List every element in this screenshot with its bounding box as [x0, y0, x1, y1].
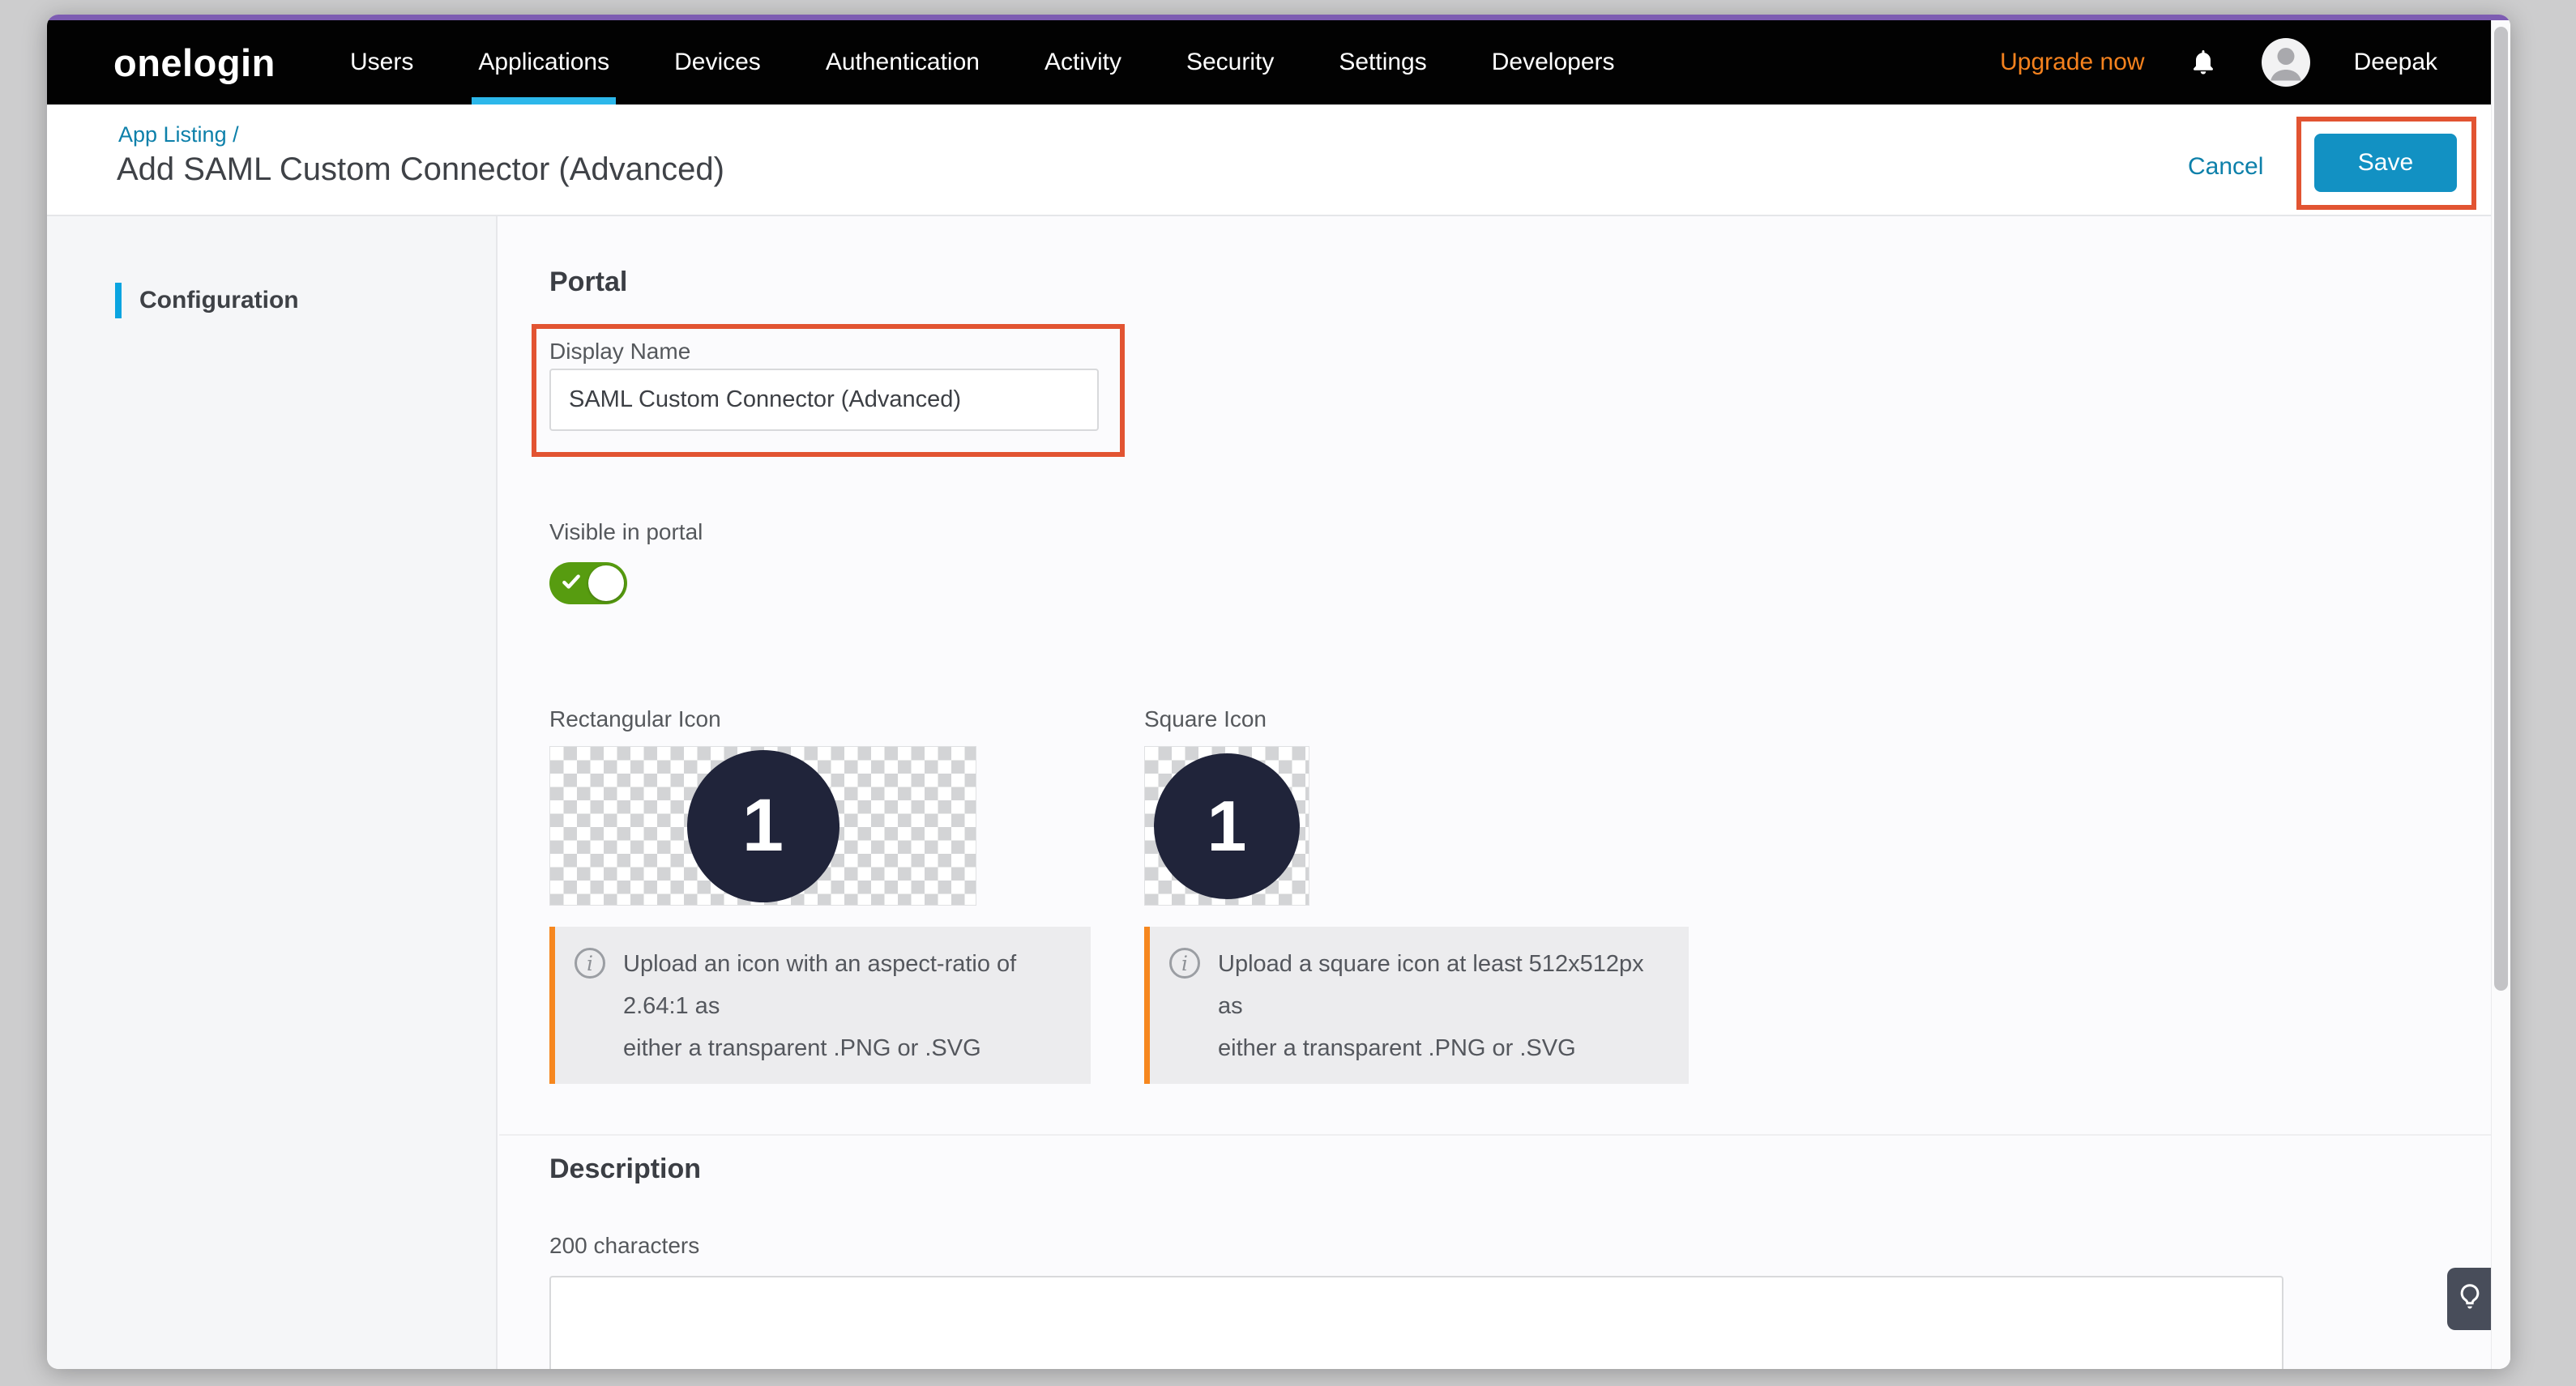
description-textarea[interactable]	[549, 1276, 2283, 1369]
description-section-heading: Description	[549, 1154, 701, 1185]
scrollbar-thumb[interactable]	[2494, 27, 2508, 991]
breadcrumb[interactable]: App Listing /	[118, 122, 239, 147]
hint-line2: either a transparent .PNG or .SVG	[623, 1035, 981, 1061]
display-name-label: Display Name	[549, 339, 690, 365]
user-avatar[interactable]	[2262, 38, 2310, 87]
square-icon-preview[interactable]: 1	[1144, 746, 1309, 906]
info-icon: i	[1169, 948, 1200, 979]
toggle-knob	[588, 565, 624, 601]
page-title-bar: App Listing / Add SAML Custom Connector …	[47, 104, 2491, 216]
top-nav-bar: onelogin Users Applications Devices Auth…	[47, 20, 2491, 104]
window-accent-bar	[47, 15, 2510, 20]
portal-section-heading: Portal	[549, 267, 627, 298]
rectangular-icon-hint: i Upload an icon with an aspect-ratio of…	[549, 927, 1091, 1084]
sidebar-item-label: Configuration	[139, 287, 299, 314]
lightbulb-icon	[2454, 1282, 2485, 1317]
help-lightbulb-button[interactable]	[2447, 1268, 2492, 1330]
nav-item-activity[interactable]: Activity	[1044, 20, 1121, 104]
onelogin-logo[interactable]: onelogin	[113, 20, 276, 104]
rectangular-icon-label: Rectangular Icon	[549, 706, 721, 732]
user-name[interactable]: Deepak	[2354, 49, 2437, 76]
active-item-accent-bar	[115, 283, 122, 318]
main-nav: Users Applications Devices Authenticatio…	[350, 20, 1615, 104]
rectangular-icon-preview[interactable]: 1	[549, 746, 976, 906]
sidebar: Configuration	[47, 216, 498, 1369]
hint-line1: Upload an icon with an aspect-ratio of 2…	[623, 951, 1016, 1019]
nav-item-developers[interactable]: Developers	[1492, 20, 1615, 104]
nav-item-settings[interactable]: Settings	[1339, 20, 1426, 104]
nav-item-devices[interactable]: Devices	[674, 20, 761, 104]
hint-text: Upload a square icon at least 512x512px …	[1218, 943, 1666, 1069]
upgrade-now-link[interactable]: Upgrade now	[2000, 49, 2144, 76]
hint-text: Upload an icon with an aspect-ratio of 2…	[623, 943, 1068, 1069]
hint-line1: Upload a square icon at least 512x512px …	[1218, 951, 1644, 1019]
square-icon-hint: i Upload a square icon at least 512x512p…	[1144, 927, 1689, 1084]
nav-item-applications[interactable]: Applications	[478, 20, 609, 104]
header-right-cluster: Upgrade now Deepak	[2000, 20, 2437, 104]
nav-item-users[interactable]: Users	[350, 20, 413, 104]
page-title: Add SAML Custom Connector (Advanced)	[117, 151, 724, 188]
check-icon	[561, 571, 582, 592]
section-divider	[499, 1134, 2491, 1136]
onelogin-brand-icon: 1	[687, 750, 839, 902]
character-counter: 200 characters	[549, 1233, 699, 1259]
hint-line2: either a transparent .PNG or .SVG	[1218, 1035, 1576, 1061]
nav-item-authentication[interactable]: Authentication	[826, 20, 980, 104]
sidebar-item-configuration[interactable]: Configuration	[115, 283, 299, 318]
save-button[interactable]: Save	[2314, 134, 2457, 192]
info-icon: i	[575, 948, 605, 979]
nav-item-security[interactable]: Security	[1186, 20, 1274, 104]
onelogin-brand-icon: 1	[1154, 753, 1300, 899]
display-name-input[interactable]	[549, 369, 1099, 431]
square-icon-label: Square Icon	[1144, 706, 1267, 732]
scrollbar-track[interactable]	[2491, 20, 2510, 1369]
visible-in-portal-toggle[interactable]	[549, 562, 627, 604]
browser-window: onelogin Users Applications Devices Auth…	[47, 15, 2510, 1369]
notifications-bell-icon[interactable]	[2189, 46, 2218, 79]
visible-in-portal-label: Visible in portal	[549, 519, 703, 545]
cancel-button[interactable]: Cancel	[2188, 153, 2263, 181]
